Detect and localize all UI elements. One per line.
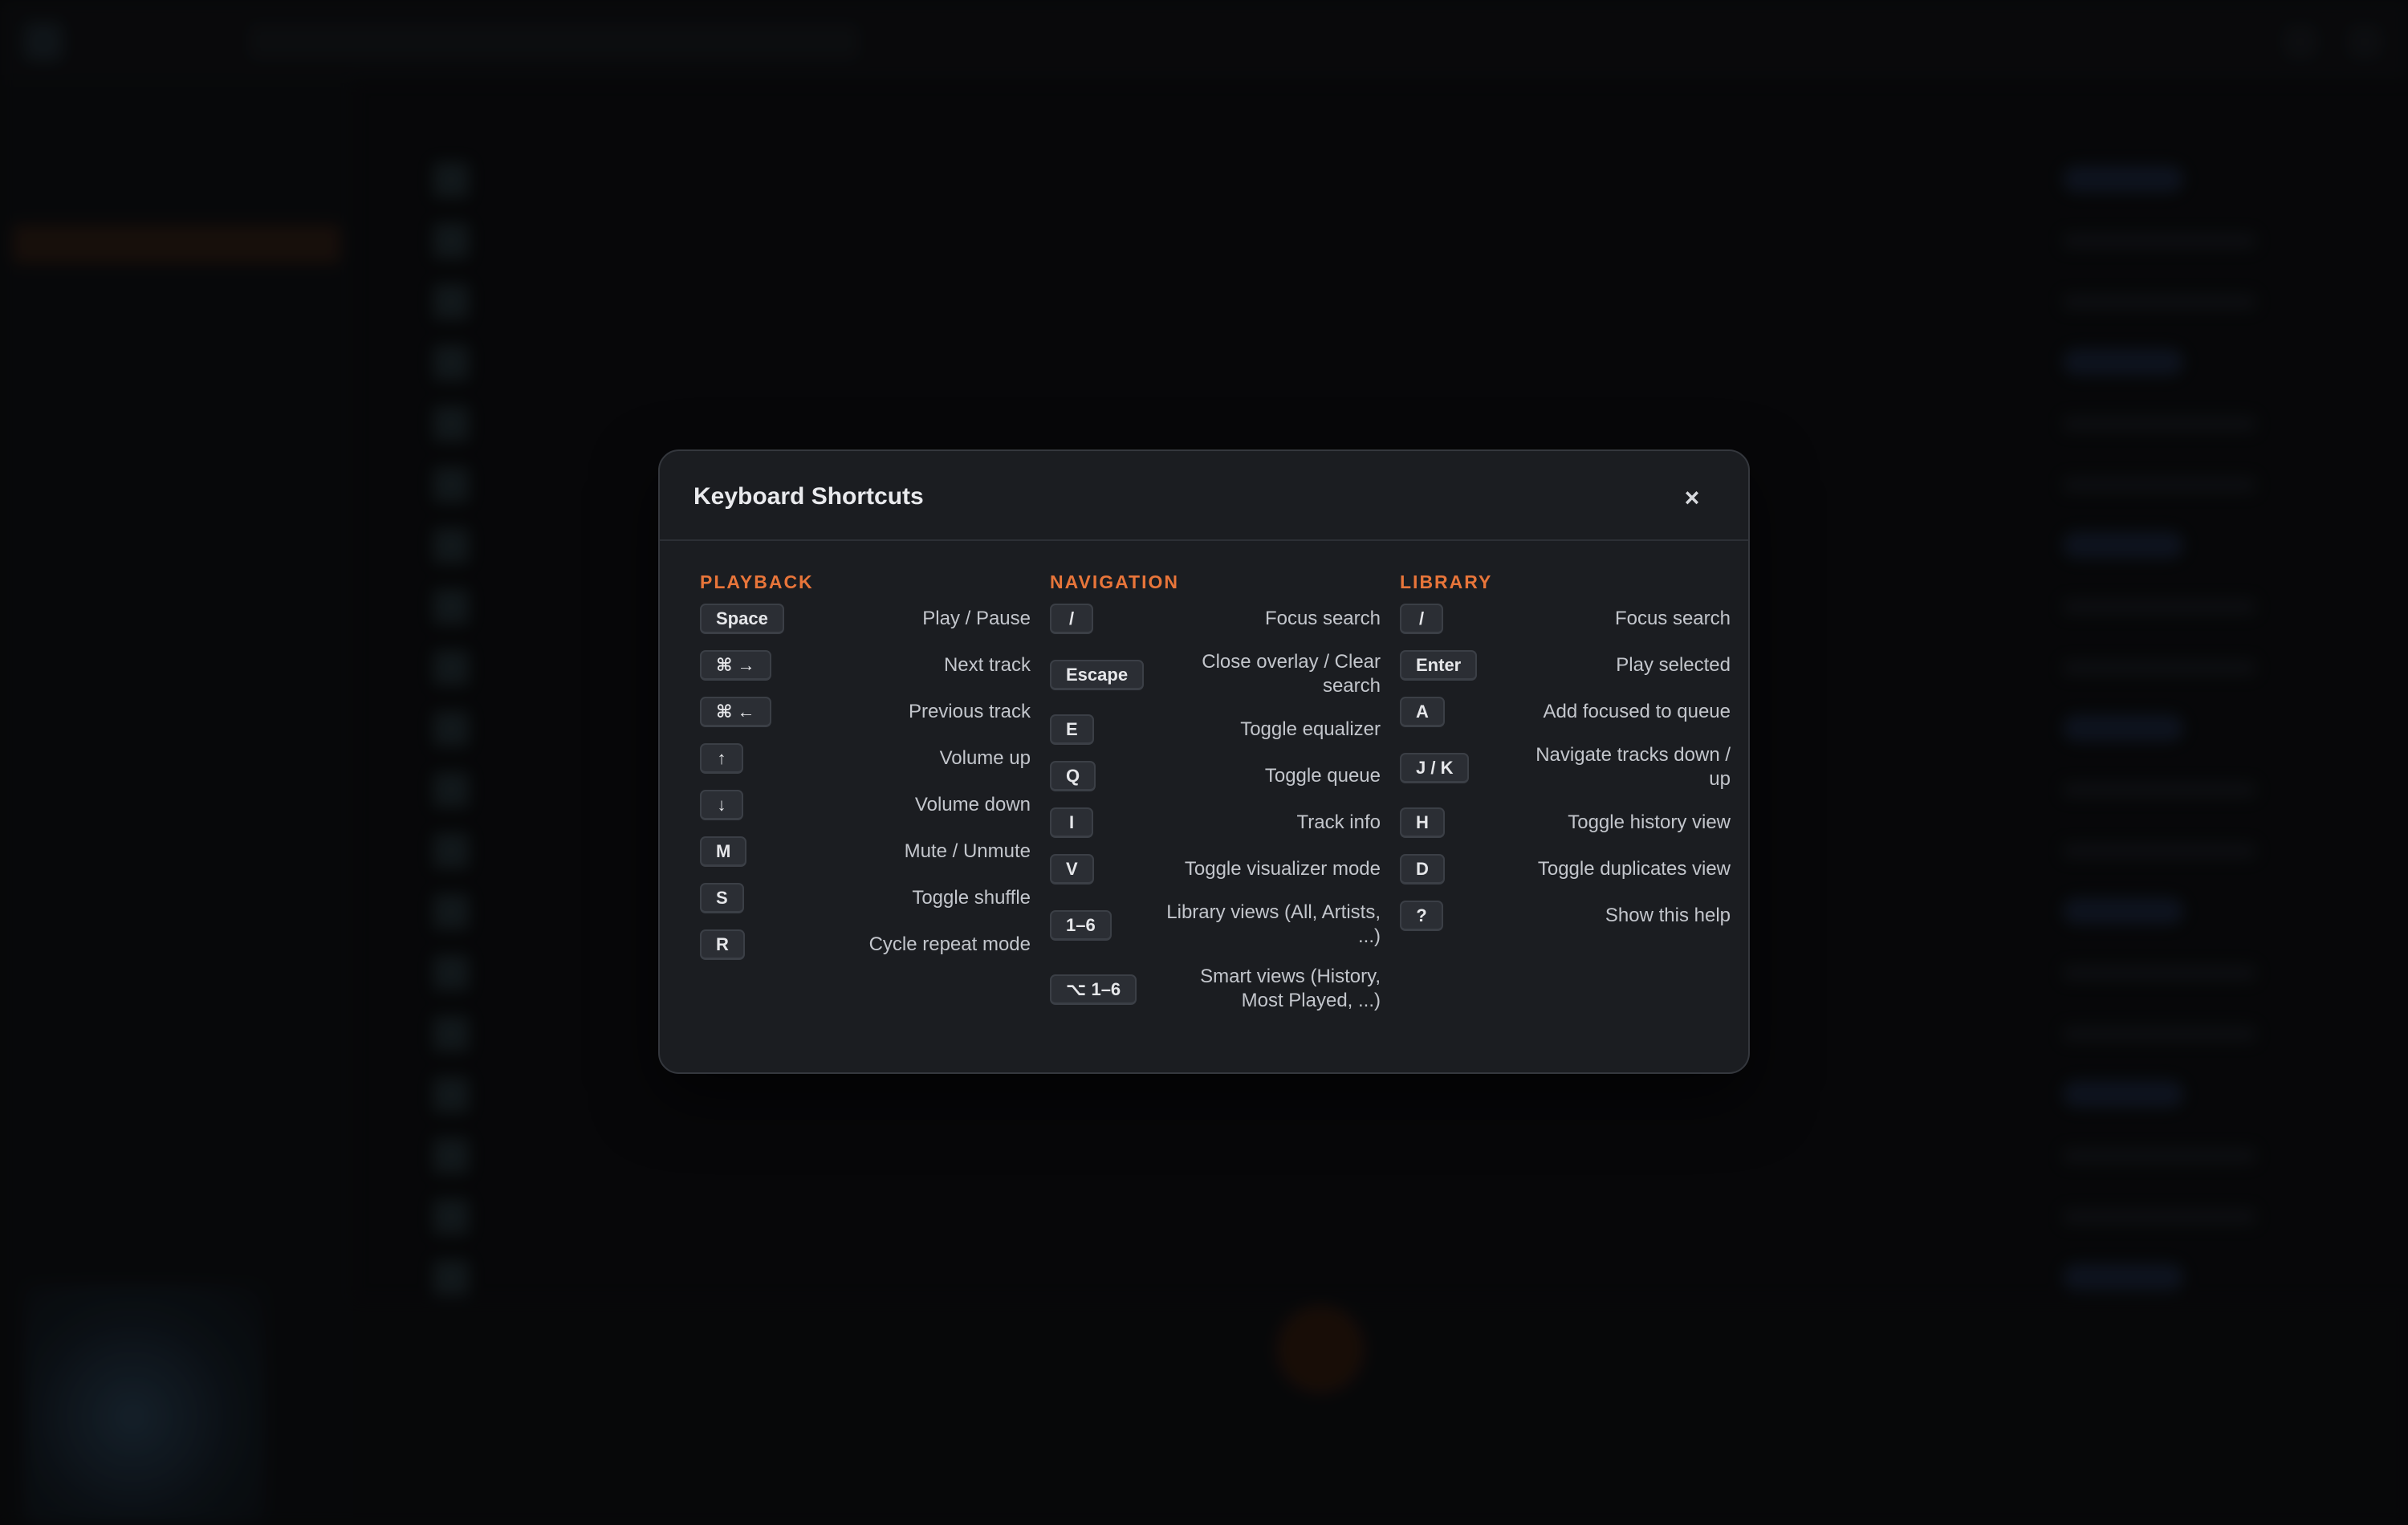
shortcut-row: ⌘ → Next track (700, 650, 1031, 681)
shortcut-row: / Focus search (1050, 604, 1381, 634)
key-cap: ⌘ → (700, 650, 771, 681)
shortcut-row: Q Toggle queue (1050, 761, 1381, 791)
shortcut-action: Toggle visualizer mode (1184, 858, 1381, 880)
shortcut-action: Play selected (1616, 654, 1731, 676)
key-cap: M (700, 836, 747, 867)
key-cap: D (1400, 854, 1445, 885)
shortcut-row: V Toggle visualizer mode (1050, 854, 1381, 885)
shortcut-row: / Focus search (1400, 604, 1731, 634)
shortcut-row: Space Play / Pause (700, 604, 1031, 634)
shortcut-action: Focus search (1264, 608, 1381, 629)
key-cap: / (1400, 604, 1443, 634)
column-heading: PLAYBACK (700, 571, 814, 592)
shortcut-action: Library views (All, Artists, ...) (1166, 901, 1381, 947)
shortcut-action: Previous track (908, 701, 1031, 722)
key-cap: E (1050, 714, 1094, 745)
key-cap: H (1400, 807, 1445, 838)
shortcut-row: A Add focused to queue (1400, 697, 1731, 727)
shortcut-row: S Toggle shuffle (700, 883, 1031, 913)
key-cap: J / K (1400, 753, 1470, 783)
shortcut-action: Focus search (1614, 608, 1731, 629)
shortcut-action: Toggle duplicates view (1537, 858, 1731, 880)
shortcut-action: Volume down (914, 794, 1031, 815)
key-cap: ↓ (700, 790, 743, 820)
close-icon: × (1684, 483, 1700, 512)
keyboard-shortcuts-dialog: Keyboard Shortcuts × PLAYBACK Space Play… (658, 449, 1750, 1074)
key-cap: V (1050, 854, 1094, 885)
key-cap: 1–6 (1050, 910, 1112, 941)
column-heading: NAVIGATION (1050, 571, 1179, 592)
shortcut-action: Track info (1296, 811, 1381, 833)
column-heading: LIBRARY (1400, 571, 1493, 592)
key-cap: R (700, 929, 745, 960)
shortcut-row: M Mute / Unmute (700, 836, 1031, 867)
shortcut-action: Show this help (1605, 905, 1731, 926)
shortcut-row: D Toggle duplicates view (1400, 854, 1731, 885)
shortcut-action: Mute / Unmute (904, 840, 1031, 862)
key-cap: / (1050, 604, 1093, 634)
key-cap: ↑ (700, 743, 743, 774)
shortcut-action: Smart views (History, Most Played, ...) (1200, 966, 1381, 1011)
dialog-title: Keyboard Shortcuts (694, 483, 924, 510)
shortcut-row: ? Show this help (1400, 901, 1731, 931)
shortcut-row: J / K Navigate tracks down / up (1400, 743, 1731, 791)
shortcut-action: Toggle queue (1264, 765, 1381, 787)
dialog-header: Keyboard Shortcuts × (660, 451, 1748, 541)
shortcut-row: 1–6 Library views (All, Artists, ...) (1050, 901, 1381, 949)
shortcut-action: Toggle shuffle (912, 887, 1031, 909)
shortcut-row: ↑ Volume up (700, 743, 1031, 774)
key-cap: Enter (1400, 650, 1478, 681)
shortcut-action: Cycle repeat mode (868, 933, 1031, 955)
shortcut-action: Next track (943, 654, 1031, 676)
shortcut-row: E Toggle equalizer (1050, 714, 1381, 745)
shortcut-row: Enter Play selected (1400, 650, 1731, 681)
shortcut-action: Toggle equalizer (1240, 718, 1381, 740)
shortcut-action: Toggle history view (1568, 811, 1731, 833)
shortcut-action: Navigate tracks down / up (1536, 744, 1731, 790)
shortcut-action: Close overlay / Clear search (1202, 651, 1381, 697)
key-cap: I (1050, 807, 1093, 838)
shortcut-action: Play / Pause (922, 608, 1031, 629)
shortcut-row: ↓ Volume down (700, 790, 1031, 820)
key-cap: Space (700, 604, 784, 634)
key-cap: ⌘ ← (700, 697, 771, 727)
key-cap: S (700, 883, 744, 913)
shortcut-action: Volume up (939, 747, 1031, 769)
shortcut-row: I Track info (1050, 807, 1381, 838)
shortcut-row: H Toggle history view (1400, 807, 1731, 838)
shortcut-row: Escape Close overlay / Clear search (1050, 650, 1381, 698)
key-cap: A (1400, 697, 1445, 727)
key-cap: ⌥ 1–6 (1050, 974, 1137, 1005)
shortcut-action: Add focused to queue (1543, 701, 1731, 722)
close-button[interactable]: × (1674, 480, 1710, 515)
shortcut-row: R Cycle repeat mode (700, 929, 1031, 960)
shortcut-row: ⌘ ← Previous track (700, 697, 1031, 727)
key-cap: Q (1050, 761, 1096, 791)
key-cap: Escape (1050, 660, 1145, 690)
shortcut-row: ⌥ 1–6 Smart views (History, Most Played,… (1050, 965, 1381, 1013)
key-cap: ? (1400, 901, 1443, 931)
